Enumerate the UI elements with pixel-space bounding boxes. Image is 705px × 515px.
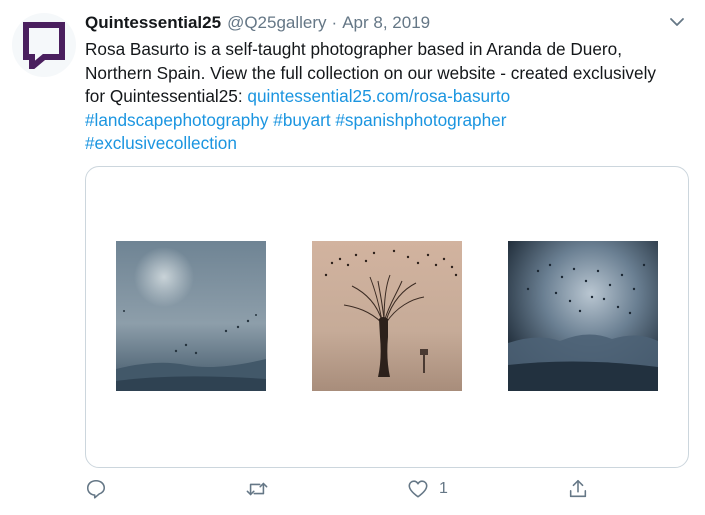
tweet-text: Rosa Basurto is a self-taught photograph…: [85, 38, 665, 156]
retweet-icon: [246, 482, 268, 496]
author-handle[interactable]: @Q25gallery: [227, 13, 326, 33]
collection-link[interactable]: quintessential25.com/rosa-basurto: [247, 86, 510, 106]
chevron-down-icon[interactable]: [669, 14, 685, 30]
separator: ·: [331, 13, 338, 32]
retweet-button[interactable]: [245, 478, 269, 500]
hashtag-landscapephotography[interactable]: #landscapephotography: [85, 110, 268, 130]
share-button[interactable]: [567, 478, 589, 500]
quintessential-logo-icon: [23, 22, 65, 69]
media-card[interactable]: [85, 166, 689, 468]
reply-button[interactable]: [85, 478, 107, 500]
hashtag-buyart[interactable]: #buyart: [273, 110, 330, 130]
dark-flock-of-birds-photo: [508, 241, 658, 391]
hashtag-spanishphotographer[interactable]: #spanishphotographer: [335, 110, 506, 130]
heart-icon: [408, 480, 428, 498]
share-icon: [569, 479, 587, 498]
avatar[interactable]: [12, 13, 76, 77]
tweet-actions: 1: [85, 478, 685, 506]
author-name[interactable]: Quintessential25: [85, 13, 221, 33]
bare-tree-with-birds-photo: [312, 241, 462, 391]
like-button[interactable]: 1: [407, 478, 448, 500]
tweet-header: Quintessential25 @Q25gallery · Apr 8, 20…: [85, 12, 685, 34]
reply-icon: [86, 479, 106, 499]
tweet-date[interactable]: Apr 8, 2019: [342, 13, 430, 33]
like-count: 1: [439, 480, 448, 497]
hashtag-exclusivecollection[interactable]: #exclusivecollection: [85, 133, 237, 153]
misty-landscape-photo: [116, 241, 266, 391]
